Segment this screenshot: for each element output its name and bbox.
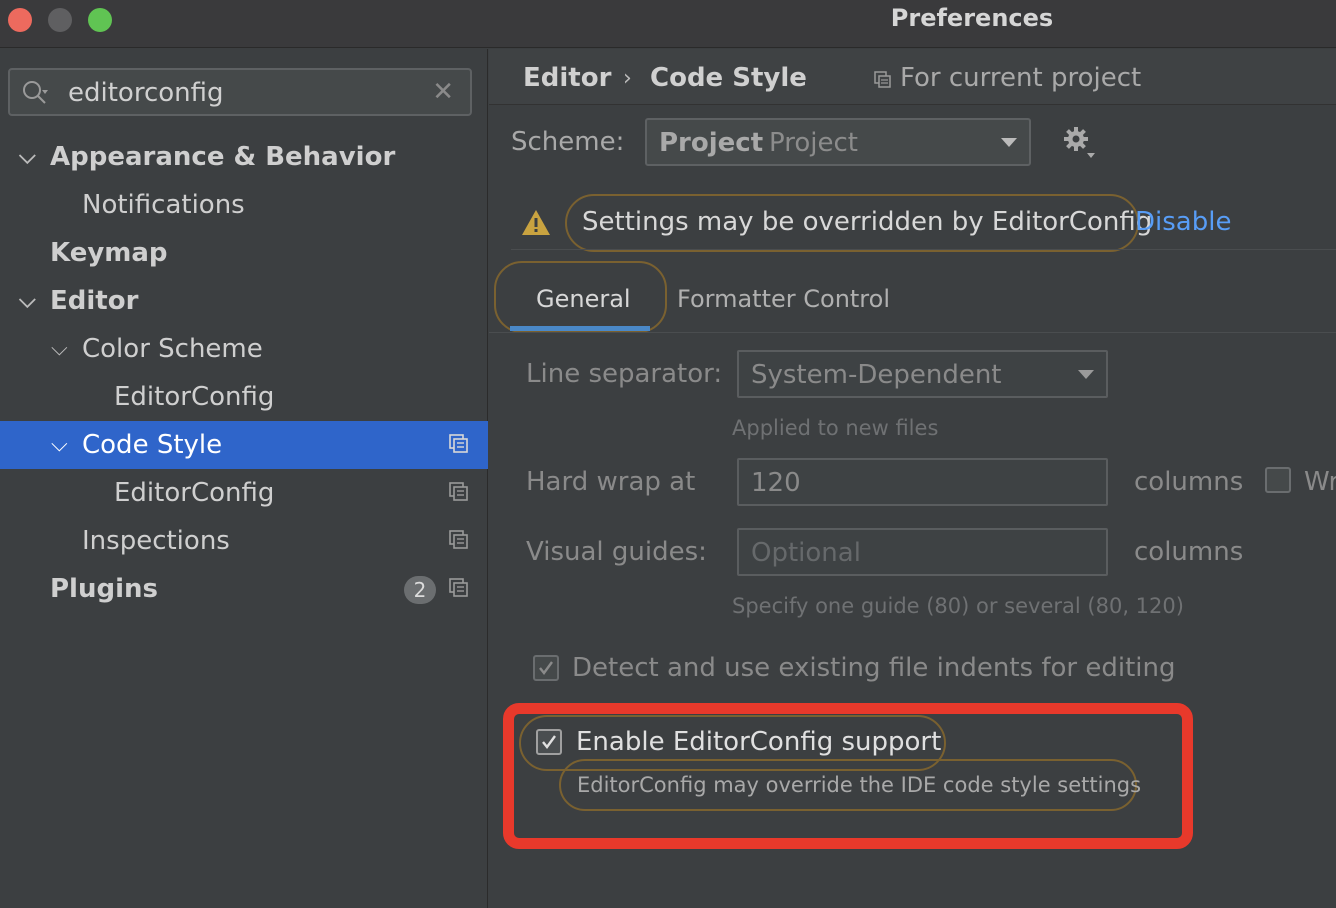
detect-indents-label: Detect and use existing file indents for…: [572, 653, 1176, 683]
dropdown-arrow-icon: [1078, 370, 1094, 379]
scheme-dropdown[interactable]: Project Project: [645, 118, 1031, 166]
warning-message: Settings may be overridden by EditorConf…: [582, 207, 1153, 237]
clear-search-icon[interactable]: ✕: [432, 77, 454, 107]
scheme-value-type: Project: [769, 128, 858, 158]
chevron-down-icon[interactable]: ⌵: [19, 133, 36, 181]
visual-guides-hint: Specify one guide (80) or several (80, 1…: [732, 594, 1184, 618]
wrap-on-typing-checkbox[interactable]: [1265, 467, 1291, 493]
search-input[interactable]: editorconfig: [68, 78, 224, 108]
warning-icon: [522, 210, 550, 235]
breadcrumb: Editor › Code Style For current project: [489, 49, 1336, 105]
tree-item-label: Editor: [50, 286, 139, 316]
tree-item-label: Color Scheme: [82, 334, 263, 364]
tree-item-keymap[interactable]: Keymap: [0, 229, 488, 277]
tree-item-label: Inspections: [82, 526, 230, 556]
plugins-count-badge: 2: [404, 576, 436, 604]
breadcrumb-editor[interactable]: Editor: [523, 63, 611, 93]
search-icon: [23, 81, 48, 104]
tree-item-color-scheme-editorconfig[interactable]: EditorConfig: [0, 373, 488, 421]
hard-wrap-value: 120: [751, 468, 801, 498]
scope-label: For current project: [900, 63, 1142, 93]
tree-item-appearance-behavior[interactable]: ⌵ Appearance & Behavior: [0, 133, 488, 181]
detect-indents-checkbox[interactable]: [533, 655, 559, 681]
editorconfig-description: EditorConfig may override the IDE code s…: [577, 773, 1142, 797]
disable-editorconfig-link[interactable]: Disable: [1135, 207, 1231, 237]
active-tab-indicator: [510, 326, 650, 331]
visual-guides-label: Visual guides:: [526, 537, 707, 567]
wrap-on-typing-label: Wr: [1304, 467, 1336, 497]
line-separator-label: Line separator:: [526, 359, 723, 389]
tree-item-label: EditorConfig: [114, 478, 275, 508]
enable-editorconfig-checkbox[interactable]: [536, 729, 562, 755]
breadcrumb-code-style: Code Style: [650, 63, 807, 93]
project-scope-icon: [449, 578, 468, 597]
title-bar: Preferences: [0, 0, 1336, 48]
divider: [511, 249, 1336, 250]
project-scope-icon: [449, 482, 468, 501]
gear-icon[interactable]: [1062, 125, 1098, 161]
search-field[interactable]: editorconfig ✕: [8, 68, 472, 116]
line-separator-value: System-Dependent: [751, 360, 1002, 390]
settings-sidebar: editorconfig ✕ ⌵ Appearance & Behavior N…: [0, 49, 488, 908]
project-scope-icon: [874, 71, 891, 88]
line-separator-hint: Applied to new files: [732, 416, 939, 440]
visual-guides-placeholder: Optional: [751, 538, 861, 568]
tree-item-label: Appearance & Behavior: [50, 142, 396, 172]
project-scope-icon: [449, 530, 468, 549]
tree-item-label: Keymap: [50, 238, 168, 268]
tab-formatter-control[interactable]: Formatter Control: [677, 285, 890, 313]
hard-wrap-unit: columns: [1134, 467, 1244, 497]
tree-item-color-scheme[interactable]: ⌵ Color Scheme: [0, 325, 488, 373]
window-title: Preferences: [890, 4, 1054, 32]
chevron-down-icon[interactable]: ⌵: [51, 325, 68, 373]
breadcrumb-separator: ›: [623, 66, 632, 91]
visual-guides-unit: columns: [1134, 537, 1244, 567]
project-scope-icon: [449, 434, 468, 453]
chevron-down-icon[interactable]: ⌵: [51, 421, 68, 469]
scheme-value: Project: [659, 128, 764, 158]
chevron-down-icon[interactable]: ⌵: [19, 277, 36, 325]
tree-item-code-style[interactable]: ⌵ Code Style: [0, 421, 488, 469]
tree-item-label: Code Style: [82, 430, 223, 460]
tree-item-inspections[interactable]: Inspections: [0, 517, 488, 565]
tree-item-code-style-editorconfig[interactable]: EditorConfig: [0, 469, 488, 517]
checkmark-icon: [539, 661, 553, 675]
tree-item-label: Plugins: [50, 574, 158, 604]
tree-item-plugins[interactable]: Plugins 2: [0, 565, 488, 613]
scheme-label: Scheme:: [511, 127, 625, 157]
tree-item-label: Notifications: [82, 190, 245, 220]
hard-wrap-label: Hard wrap at: [526, 467, 696, 497]
visual-guides-input[interactable]: Optional: [737, 528, 1108, 576]
dropdown-arrow-icon: [1001, 138, 1017, 147]
divider: [489, 332, 1336, 333]
tab-general[interactable]: General: [536, 285, 631, 313]
tree-item-label: EditorConfig: [114, 382, 275, 412]
checkmark-icon: [542, 735, 556, 749]
tree-item-notifications[interactable]: Notifications: [0, 181, 488, 229]
settings-content: Editor › Code Style For current project …: [489, 49, 1336, 908]
enable-editorconfig-label[interactable]: Enable EditorConfig support: [576, 727, 941, 757]
hard-wrap-input[interactable]: 120: [737, 458, 1108, 506]
tree-item-editor[interactable]: ⌵ Editor: [0, 277, 488, 325]
line-separator-dropdown[interactable]: System-Dependent: [737, 350, 1108, 398]
